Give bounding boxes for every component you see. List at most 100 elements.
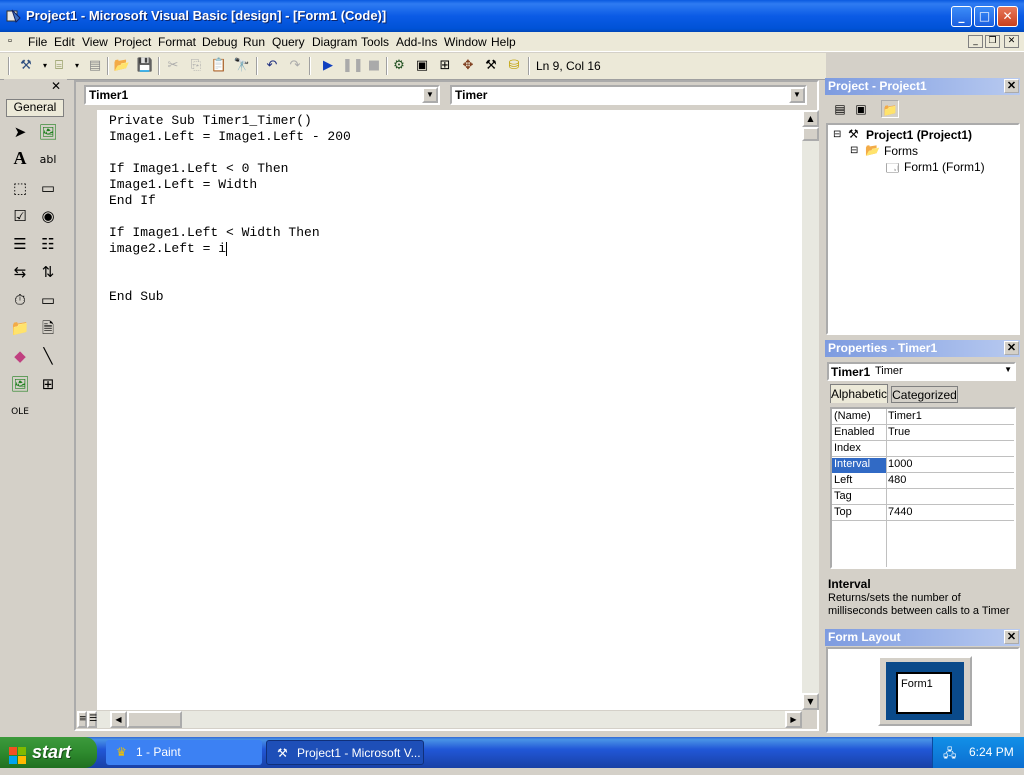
project-tree[interactable]: ⊟ ⚒ Project1 (Project1) ⊟ 📂 Forms 🗔 Form… bbox=[826, 123, 1020, 335]
combobox-tool-icon[interactable]: ☰ bbox=[8, 232, 32, 256]
filelistbox-tool-icon[interactable]: 🗎 bbox=[36, 316, 60, 340]
open-folder-icon[interactable]: 📂 bbox=[113, 57, 131, 75]
ole-tool-icon[interactable]: OLE bbox=[8, 400, 32, 424]
redo-icon[interactable]: ↷ bbox=[286, 57, 304, 75]
project-close-icon[interactable]: ✕ bbox=[1004, 79, 1019, 93]
menu-diagram[interactable]: Diagram bbox=[312, 35, 357, 49]
menu-add-ins[interactable]: Add-Ins bbox=[396, 35, 437, 49]
listbox-tool-icon[interactable]: ☷ bbox=[36, 232, 60, 256]
menu-window[interactable]: Window bbox=[444, 35, 487, 49]
menu-view[interactable]: View bbox=[82, 35, 108, 49]
menu-debug[interactable]: Debug bbox=[202, 35, 237, 49]
property-value[interactable]: 480 bbox=[888, 474, 906, 486]
mdi-restore-button[interactable]: ❐ bbox=[985, 35, 1000, 48]
paste-icon[interactable]: 📋 bbox=[210, 57, 228, 75]
checkbox-tool-icon[interactable]: ☑ bbox=[8, 204, 32, 228]
property-row[interactable]: Enabled True bbox=[832, 425, 1014, 441]
textbox-tool-icon[interactable]: abl bbox=[36, 148, 60, 172]
toolbox-general-tab[interactable]: General bbox=[6, 99, 64, 117]
break-icon[interactable]: ❚❚ bbox=[342, 57, 364, 75]
timer-tool-icon[interactable]: ⏱ bbox=[8, 288, 32, 312]
shape-tool-icon[interactable]: ◆ bbox=[8, 344, 32, 368]
mdi-close-button[interactable]: ✕ bbox=[1004, 35, 1019, 48]
data-tool-icon[interactable]: ⊞ bbox=[36, 372, 60, 396]
collapse-icon[interactable]: ⊟ bbox=[850, 145, 858, 156]
property-row[interactable]: Tag bbox=[832, 489, 1014, 505]
dirlistbox-tool-icon[interactable]: 📁 bbox=[8, 316, 32, 340]
maximize-button[interactable]: □ bbox=[974, 6, 995, 27]
add-form-icon[interactable]: ⌸ bbox=[50, 57, 68, 75]
tab-alphabetic[interactable]: Alphabetic bbox=[830, 384, 888, 403]
drivelistbox-tool-icon[interactable]: ▭ bbox=[36, 288, 60, 312]
property-row[interactable]: (Name) Timer1 bbox=[832, 409, 1014, 425]
line-tool-icon[interactable]: ╲ bbox=[36, 344, 60, 368]
property-value[interactable]: 7440 bbox=[888, 506, 912, 518]
property-value[interactable]: True bbox=[888, 426, 910, 438]
horizontal-scrollbar[interactable]: ◀ ▶ bbox=[97, 711, 802, 728]
end-run-icon[interactable]: ■ bbox=[365, 57, 383, 75]
find-icon[interactable]: 🔭 bbox=[233, 57, 251, 75]
vscrollbar-tool-icon[interactable]: ⇅ bbox=[36, 260, 60, 284]
start-button[interactable]: start bbox=[0, 737, 97, 768]
picturebox-tool-icon[interactable]: 🖼 bbox=[36, 120, 60, 144]
menu-project[interactable]: Project bbox=[114, 35, 151, 49]
menu-help[interactable]: Help bbox=[491, 35, 516, 49]
menu-query[interactable]: Query bbox=[272, 35, 305, 49]
tree-project-root[interactable]: Project1 (Project1) bbox=[866, 128, 972, 142]
scroll-up-icon[interactable]: ▲ bbox=[802, 110, 819, 127]
property-value[interactable]: 1000 bbox=[888, 458, 912, 470]
scroll-thumb[interactable] bbox=[802, 127, 819, 141]
vb-app-icon[interactable] bbox=[6, 8, 22, 24]
scroll-thumb[interactable] bbox=[127, 711, 182, 728]
menu-edit[interactable]: Edit bbox=[54, 35, 75, 49]
system-menu-icon[interactable]: ▫ bbox=[8, 35, 12, 47]
optionbutton-tool-icon[interactable]: ◉ bbox=[36, 204, 60, 228]
form-layout-icon[interactable]: ⊞ bbox=[436, 57, 454, 75]
mdi-minimize-button[interactable]: _ bbox=[968, 35, 983, 48]
scroll-right-icon[interactable]: ▶ bbox=[785, 711, 802, 728]
code-editor[interactable]: Private Sub Timer1_Timer() Image1.Left =… bbox=[97, 110, 802, 710]
minimize-button[interactable]: _ bbox=[951, 6, 972, 27]
undo-icon[interactable]: ↶ bbox=[263, 57, 281, 75]
menu-tools[interactable]: Tools bbox=[361, 35, 389, 49]
chevron-down-icon[interactable]: ▼ bbox=[422, 87, 438, 103]
toggle-folders-icon[interactable]: 📁 bbox=[881, 100, 899, 118]
vertical-scrollbar[interactable]: ▲ ▼ bbox=[802, 110, 819, 710]
object-combo[interactable]: Timer1 ▼ bbox=[84, 85, 440, 105]
cut-icon[interactable]: ✂ bbox=[164, 57, 182, 75]
clock[interactable]: 6:24 PM bbox=[969, 745, 1014, 759]
tree-forms-folder[interactable]: Forms bbox=[884, 144, 918, 158]
chevron-down-icon[interactable]: ▼ bbox=[789, 87, 805, 103]
scroll-left-icon[interactable]: ◀ bbox=[110, 711, 127, 728]
tab-categorized[interactable]: Categorized bbox=[891, 386, 958, 403]
copy-icon[interactable]: ⎘ bbox=[187, 57, 205, 75]
pointer-tool-icon[interactable]: ➤ bbox=[8, 120, 32, 144]
label-tool-icon[interactable]: A bbox=[8, 148, 32, 172]
property-row[interactable]: Left 480 bbox=[832, 473, 1014, 489]
task-vb[interactable]: ⚒ Project1 - Microsoft V... bbox=[266, 740, 424, 765]
data-view-icon[interactable]: ⛁ bbox=[505, 57, 523, 75]
menu-run[interactable]: Run bbox=[243, 35, 265, 49]
object-browser-icon[interactable]: ✥ bbox=[459, 57, 477, 75]
properties-close-icon[interactable]: ✕ bbox=[1004, 341, 1019, 355]
frame-tool-icon[interactable]: ⬚ bbox=[8, 176, 32, 200]
property-row[interactable]: Index bbox=[832, 441, 1014, 457]
commandbutton-tool-icon[interactable]: ▭ bbox=[36, 176, 60, 200]
add-project-icon[interactable]: ⚒ bbox=[17, 57, 35, 75]
procedure-combo[interactable]: Timer ▼ bbox=[450, 85, 807, 105]
scroll-down-icon[interactable]: ▼ bbox=[802, 693, 819, 710]
toolbox-close-icon[interactable]: ✕ bbox=[49, 80, 63, 93]
hscrollbar-tool-icon[interactable]: ⇆ bbox=[8, 260, 32, 284]
property-row[interactable]: Top 7440 bbox=[832, 505, 1014, 521]
menu-format[interactable]: Format bbox=[158, 35, 196, 49]
view-object-icon[interactable]: ▣ bbox=[852, 100, 870, 118]
property-value[interactable]: Timer1 bbox=[888, 410, 922, 422]
start-run-icon[interactable]: ▶ bbox=[319, 57, 337, 75]
form-layout-close-icon[interactable]: ✕ bbox=[1004, 630, 1019, 644]
form1-preview[interactable]: Form1 bbox=[896, 672, 952, 714]
procedure-view-icon[interactable]: ≡ bbox=[77, 711, 87, 728]
menu-file[interactable]: File bbox=[28, 35, 47, 49]
full-module-view-icon[interactable]: ☰ bbox=[87, 711, 97, 728]
menu-editor-icon[interactable]: ▤ bbox=[86, 57, 104, 75]
properties-window-icon[interactable]: ▣ bbox=[413, 57, 431, 75]
